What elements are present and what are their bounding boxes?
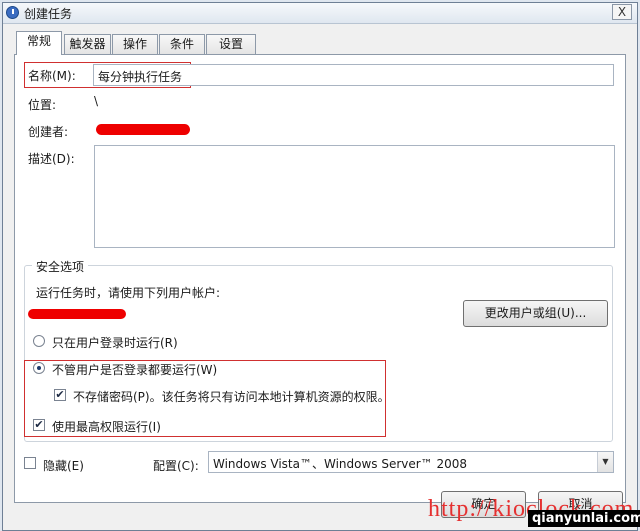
author-redaction — [96, 124, 190, 135]
radio-logged-on[interactable] — [33, 335, 45, 347]
tab-general[interactable]: 常规 — [16, 31, 62, 55]
run-as-prompt: 运行任务时，请使用下列用户帐户: — [36, 286, 221, 300]
radio-logged-on-label[interactable]: 只在用户登录时运行(R) — [52, 334, 178, 351]
black-watermark: qianyunlai.com — [528, 510, 640, 527]
close-button[interactable]: X — [612, 4, 632, 20]
hidden-label[interactable]: 隐藏(E) — [43, 457, 84, 474]
tab-conditions[interactable]: 条件 — [159, 34, 205, 54]
security-options-title: 安全选项 — [32, 258, 89, 275]
radio-run-always-label[interactable]: 不管用户是否登录都要运行(W) — [52, 361, 217, 378]
checkbox-hidden[interactable] — [24, 457, 36, 469]
checkbox-no-store-password[interactable]: ✔ — [54, 389, 66, 401]
name-label: 名称(M): — [28, 69, 76, 83]
description-textarea[interactable] — [94, 145, 615, 248]
name-input-value: 每分钟执行任务 — [98, 70, 183, 84]
tab-actions[interactable]: 操作 — [112, 34, 158, 54]
tab-triggers[interactable]: 触发器 — [64, 34, 111, 54]
config-select[interactable]: Windows Vista™、Windows Server™ 2008 ▼ — [208, 451, 614, 473]
clock-icon — [6, 6, 19, 19]
author-label: 创建者: — [28, 125, 69, 139]
location-label: 位置: — [28, 98, 57, 112]
checkbox-highest-privileges[interactable]: ✔ — [33, 419, 45, 431]
config-select-value: Windows Vista™、Windows Server™ 2008 — [213, 457, 468, 471]
name-input[interactable]: 每分钟执行任务 — [93, 64, 614, 86]
title-bar[interactable] — [3, 3, 637, 24]
change-user-button[interactable]: 更改用户或组(U)... — [463, 300, 608, 327]
window-title: 创建任务 — [24, 7, 73, 21]
tab-settings[interactable]: 设置 — [206, 34, 256, 54]
user-account-redaction — [28, 309, 126, 319]
config-label: 配置(C): — [153, 459, 199, 473]
chevron-down-icon[interactable]: ▼ — [597, 452, 613, 472]
location-value: \ — [94, 94, 99, 108]
no-store-password-label[interactable]: 不存储密码(P)。该任务将只有访问本地计算机资源的权限。 — [73, 388, 390, 405]
radio-run-always[interactable] — [33, 362, 45, 374]
description-label: 描述(D): — [28, 152, 75, 166]
highest-privileges-label[interactable]: 使用最高权限运行(I) — [52, 418, 161, 435]
